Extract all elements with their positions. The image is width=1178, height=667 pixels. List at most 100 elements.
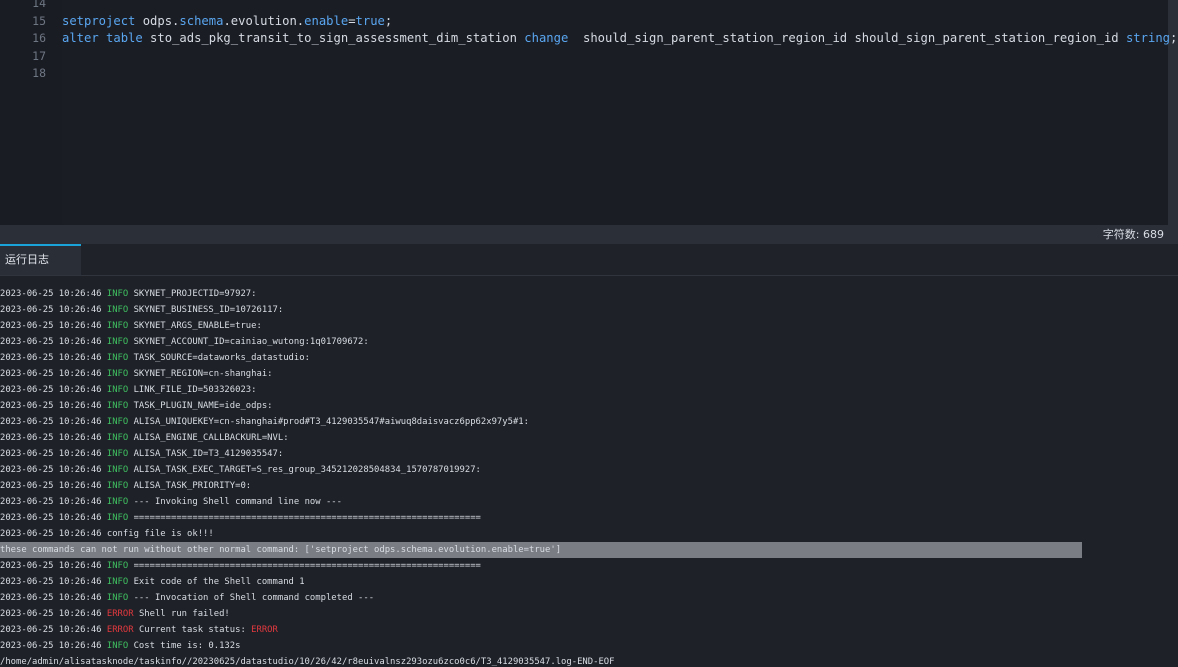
- log-message: config file is ok!!!: [106, 529, 214, 539]
- log-timestamp: 2023-06-25 10:26:46: [0, 321, 102, 331]
- log-message: Shell run failed!: [138, 609, 230, 619]
- log-message: TASK_PLUGIN_NAME=ide_odps:: [133, 401, 273, 411]
- log-level: INFO: [106, 321, 129, 331]
- log-row: 2023-06-25 10:26:46 INFO ALISA_TASK_EXEC…: [0, 462, 1178, 478]
- log-message: SKYNET_BUSINESS_ID=10726117:: [133, 305, 284, 315]
- log-message: ALISA_TASK_ID=T3_4129035547:: [133, 449, 284, 459]
- log-timestamp: 2023-06-25 10:26:46: [0, 497, 102, 507]
- log-level: INFO: [106, 577, 129, 587]
- log-level: INFO: [106, 593, 129, 603]
- log-message: /home/admin/alisatasknode/taskinfo//2023…: [0, 657, 615, 667]
- code-line[interactable]: alter table sto_ads_pkg_transit_to_sign_…: [62, 30, 1177, 47]
- log-row: 2023-06-25 10:26:46 INFO ALISA_TASK_ID=T…: [0, 446, 1178, 462]
- code-text: sto_ads_pkg_transit_to_sign_assessment_d…: [142, 31, 525, 45]
- log-message: Exit code of the Shell command 1: [133, 577, 305, 587]
- log-message: SKYNET_REGION=cn-shanghai:: [133, 369, 273, 379]
- log-message: Cost time is: 0.132s: [133, 641, 241, 651]
- log-timestamp: 2023-06-25 10:26:46: [0, 433, 102, 443]
- code-text: ;: [384, 13, 393, 28]
- log-message: ========================================…: [133, 513, 481, 523]
- log-message: ALISA_TASK_EXEC_TARGET=S_res_group_34521…: [133, 465, 481, 475]
- log-timestamp: 2023-06-25 10:26:46: [0, 417, 102, 427]
- code-text: should_sign_parent_station_region_id sho…: [568, 31, 1126, 45]
- line-number: 14: [32, 0, 46, 10]
- tab-run-log[interactable]: 运行日志: [0, 244, 81, 275]
- editor-status-bar: 字符数: 689: [0, 225, 1178, 244]
- log-row: 2023-06-25 10:26:46 INFO SKYNET_REGION=c…: [0, 366, 1178, 382]
- code-keyword: string: [1125, 31, 1170, 45]
- log-timestamp: 2023-06-25 10:26:46: [0, 449, 102, 459]
- code-text: =: [348, 13, 356, 28]
- log-row: 2023-06-25 10:26:46 INFO Exit code of th…: [0, 574, 1178, 590]
- log-timestamp: 2023-06-25 10:26:46: [0, 465, 102, 475]
- line-number: 17: [32, 48, 46, 63]
- log-level: INFO: [106, 337, 129, 347]
- log-row: 2023-06-25 10:26:46 INFO ALISA_TASK_PRIO…: [0, 478, 1178, 494]
- log-message: these commands can not run without other…: [0, 545, 562, 555]
- log-row: 2023-06-25 10:26:46 INFO TASK_SOURCE=dat…: [0, 350, 1178, 366]
- log-level: ERROR: [106, 625, 134, 635]
- log-message: SKYNET_ARGS_ENABLE=true:: [133, 321, 262, 331]
- log-level: INFO: [106, 433, 129, 443]
- log-level: INFO: [106, 385, 129, 395]
- log-row: /home/admin/alisatasknode/taskinfo//2023…: [0, 654, 1178, 667]
- log-timestamp: 2023-06-25 10:26:46: [0, 337, 102, 347]
- log-level: INFO: [106, 497, 129, 507]
- run-log-panel[interactable]: 2023-06-25 10:26:46 INFO SKYNET_PROJECTI…: [0, 276, 1178, 667]
- log-row: 2023-06-25 10:26:46 INFO --- Invoking Sh…: [0, 494, 1178, 510]
- log-timestamp: 2023-06-25 10:26:46: [0, 609, 102, 619]
- log-timestamp: 2023-06-25 10:26:46: [0, 401, 102, 411]
- log-row: 2023-06-25 10:26:46 INFO ALISA_UNIQUEKEY…: [0, 414, 1178, 430]
- char-count: 字符数: 689: [1103, 225, 1164, 244]
- log-row: 2023-06-25 10:26:46 INFO LINK_FILE_ID=50…: [0, 382, 1178, 398]
- log-timestamp: 2023-06-25 10:26:46: [0, 513, 102, 523]
- log-row: 2023-06-25 10:26:46 INFO SKYNET_ARGS_ENA…: [0, 318, 1178, 334]
- tab-run-log-label: 运行日志: [5, 253, 49, 266]
- code-line[interactable]: setproject odps.schema.evolution.enable=…: [62, 13, 392, 30]
- log-status-error: ERROR: [251, 625, 278, 635]
- log-message: ALISA_UNIQUEKEY=cn-shanghai#prod#T3_4129…: [133, 417, 529, 427]
- char-count-label: 字符数:: [1102, 228, 1143, 241]
- code-text: odps.: [135, 13, 180, 28]
- log-row: 2023-06-25 10:26:46 ERROR Current task s…: [0, 622, 1178, 638]
- log-timestamp: 2023-06-25 10:26:46: [0, 593, 102, 603]
- log-row: 2023-06-25 10:26:46 INFO SKYNET_PROJECTI…: [0, 286, 1178, 302]
- log-level: INFO: [106, 369, 129, 379]
- log-row: 2023-06-25 10:26:46 INFO ALISA_ENGINE_CA…: [0, 430, 1178, 446]
- code-keyword: setproject: [62, 13, 136, 28]
- code-editor[interactable]: 14 15 setproject odps.schema.evolution.ena…: [0, 0, 1178, 225]
- log-timestamp: 2023-06-25 10:26:46: [0, 625, 102, 635]
- log-level: INFO: [106, 449, 129, 459]
- log-timestamp: 2023-06-25 10:26:46: [0, 577, 102, 587]
- log-message: TASK_SOURCE=dataworks_datastudio:: [133, 353, 310, 363]
- line-number: 18: [32, 66, 46, 80]
- log-level: INFO: [106, 305, 129, 315]
- log-timestamp: 2023-06-25 10:26:46: [0, 641, 102, 651]
- code-keyword: table: [106, 31, 143, 45]
- log-message: ========================================…: [133, 561, 481, 571]
- log-level: INFO: [106, 513, 129, 523]
- log-level: INFO: [106, 417, 129, 427]
- code-text: .evolution.: [223, 13, 305, 28]
- log-row: 2023-06-25 10:26:46 INFO SKYNET_ACCOUNT_…: [0, 334, 1178, 350]
- log-message: LINK_FILE_ID=503326023:: [133, 385, 257, 395]
- code-text: ;: [1170, 31, 1178, 45]
- code-keyword: alter: [62, 31, 99, 45]
- char-count-value: 689: [1143, 228, 1164, 241]
- log-row: 2023-06-25 10:26:46 INFO SKYNET_BUSINESS…: [0, 302, 1178, 318]
- log-row: 2023-06-25 10:26:46 INFO Cost time is: 0…: [0, 638, 1178, 654]
- log-message: SKYNET_PROJECTID=97927:: [133, 289, 257, 299]
- log-row: 2023-06-25 10:26:46 ERROR Shell run fail…: [0, 606, 1178, 622]
- log-message: ALISA_TASK_PRIORITY=0:: [133, 481, 252, 491]
- log-timestamp: 2023-06-25 10:26:46: [0, 305, 102, 315]
- log-level: INFO: [106, 353, 129, 363]
- log-level: INFO: [106, 641, 129, 651]
- log-level: INFO: [106, 289, 129, 299]
- log-level: INFO: [106, 561, 129, 571]
- log-row: 2023-06-25 10:26:46 INFO --- Invocation …: [0, 590, 1178, 606]
- code-keyword: true: [355, 13, 385, 28]
- log-timestamp: 2023-06-25 10:26:46: [0, 353, 102, 363]
- log-level: INFO: [106, 481, 129, 491]
- log-row: 2023-06-25 10:26:46 INFO ===============…: [0, 510, 1178, 526]
